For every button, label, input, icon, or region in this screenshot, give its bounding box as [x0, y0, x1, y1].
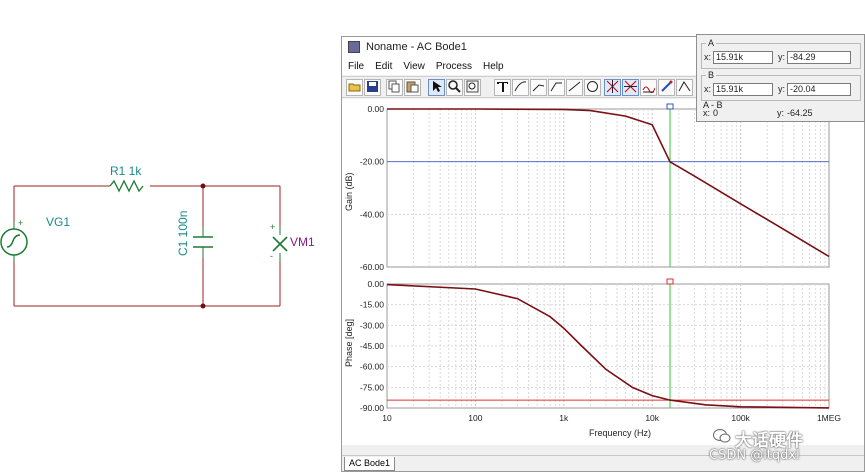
window-title: Noname - AC Bode1 — [366, 41, 467, 53]
meter-plus: + — [270, 222, 275, 232]
text-icon[interactable] — [494, 79, 511, 96]
curve-tool-icon[interactable] — [512, 79, 529, 96]
cursor-diff-y: -64.25 — [787, 108, 813, 118]
menu-file[interactable]: File — [342, 61, 369, 72]
cursor-readout-panel: A x: 15.91k y: -84.29 B x: 15.91k y: -20… — [696, 34, 865, 122]
wechat-icon — [713, 429, 731, 443]
bode-plot-area: 0.00 -20.00 -40.00 -60.00 0.00 -15.00 -30.00 -… — [342, 99, 864, 445]
pointer-icon[interactable] — [428, 79, 445, 96]
meter-label: VM1 — [290, 235, 315, 249]
resistor-label: R1 1k — [110, 164, 142, 178]
x-tick-label: 100k — [731, 413, 750, 423]
voltage-source-symbol — [0, 222, 28, 262]
capacitor-symbol — [193, 236, 213, 248]
cursor-a-icon[interactable] — [604, 79, 621, 96]
phase-y-tick-label: -75.00 — [360, 382, 384, 392]
phase-chart: 0.00 -15.00 -30.00 -45.00 -60.00 -75.00 -90.00… — [360, 278, 841, 423]
open-icon[interactable] — [346, 79, 363, 96]
circuit-schematic: VG1 R1 1k C1 100n VM1 + + - — [0, 164, 315, 309]
voltmeter-symbol — [272, 236, 288, 252]
menu-process[interactable]: Process — [430, 61, 477, 72]
phase-y-tick-label: -45.00 — [360, 341, 384, 351]
cursor-a-x-prefix: x: — [704, 52, 712, 62]
phase-y-tick-label: 0.00 — [367, 279, 384, 289]
resistor-symbol — [109, 179, 144, 193]
step-icon[interactable] — [676, 79, 693, 96]
tab-ac-bode1[interactable]: AC Bode1 — [344, 457, 396, 471]
line-tool-icon[interactable] — [530, 79, 547, 96]
marker-icon[interactable] — [640, 79, 657, 96]
cursor-diff-y-prefix: y: — [777, 108, 785, 118]
cursor-b-x-prefix: x: — [704, 84, 712, 94]
menu-help[interactable]: Help — [477, 61, 509, 72]
menu-edit[interactable]: Edit — [369, 61, 397, 72]
phase-y-tick-label: -90.00 — [360, 403, 384, 413]
ellipse-tool-icon[interactable] — [584, 79, 601, 96]
zoom-fit-icon[interactable] — [464, 79, 481, 96]
gain-y-tick-label: -60.00 — [360, 262, 384, 272]
watermark: 大话硬件 CSDN @ltqdxl — [709, 424, 859, 468]
phase-y-tick-label: -15.00 — [360, 300, 384, 310]
cursor-a-label: A — [706, 38, 717, 48]
capacitor-label: C1 100n — [176, 211, 190, 256]
x-tick-label: 1MEG — [817, 413, 841, 423]
cursor-a-x-field[interactable]: 15.91k — [713, 51, 773, 64]
cursor-b-y-prefix: y: — [778, 84, 786, 94]
gain-y-tick-label: -40.00 — [360, 209, 384, 219]
gain-plot-frame — [386, 108, 830, 268]
phase-y-tick-label: -60.00 — [360, 362, 384, 372]
area-tool-icon[interactable] — [548, 79, 565, 96]
line-icon[interactable] — [566, 79, 583, 96]
cursor-a-group: A x: 15.91k y: -84.29 — [701, 38, 861, 69]
cursor-b-icon[interactable] — [622, 79, 639, 96]
gain-y-axis-label: Gain (dB) — [344, 172, 354, 211]
phase-y-tick-label: -30.00 — [360, 320, 384, 330]
gain-cursor-handle — [666, 103, 674, 110]
cursor-b-x-field[interactable]: 15.91k — [713, 83, 773, 96]
meter-minus: - — [270, 251, 273, 261]
cursor-a-y-prefix: y: — [778, 52, 786, 62]
save-icon[interactable] — [364, 79, 381, 96]
cursor-a-y-field[interactable]: -84.29 — [787, 51, 851, 64]
pencil-icon[interactable] — [658, 79, 675, 96]
cursor-b-label: B — [706, 70, 717, 80]
gain-y-tick-label: -20.00 — [360, 157, 384, 167]
cursor-diff-x-prefix: x: — [703, 108, 711, 118]
cursor-b-y-field[interactable]: -20.04 — [787, 83, 851, 96]
phase-y-axis-label: Phase [deg] — [344, 319, 354, 367]
gain-chart: 0.00 -20.00 -40.00 -60.00 — [360, 103, 830, 272]
phase-cursor-handle — [666, 278, 674, 285]
menu-view[interactable]: View — [397, 61, 430, 72]
paste-icon[interactable] — [404, 79, 421, 96]
cursor-b-group: B x: 15.91k y: -20.04 — [701, 70, 861, 101]
zoom-icon[interactable] — [446, 79, 463, 96]
copy-icon[interactable] — [386, 79, 403, 96]
cursor-diff-x: 0 — [713, 108, 719, 118]
x-tick-label: 10 — [382, 413, 392, 423]
cursor-diff-group: A - B x: 0 y: -64.25 — [701, 100, 861, 121]
app-icon — [348, 41, 360, 53]
x-tick-label: 100 — [468, 413, 482, 423]
source-plus: + — [18, 218, 23, 228]
junction-dot — [200, 303, 206, 309]
x-tick-label: 10k — [645, 413, 659, 423]
x-tick-label: 1k — [559, 413, 569, 423]
gain-y-tick-label: 0.00 — [367, 104, 384, 114]
source-label: VG1 — [46, 215, 70, 229]
junction-dot — [200, 183, 206, 189]
x-axis-label: Frequency (Hz) — [589, 428, 651, 438]
watermark-line2: CSDN @ltqdxl — [709, 448, 800, 463]
